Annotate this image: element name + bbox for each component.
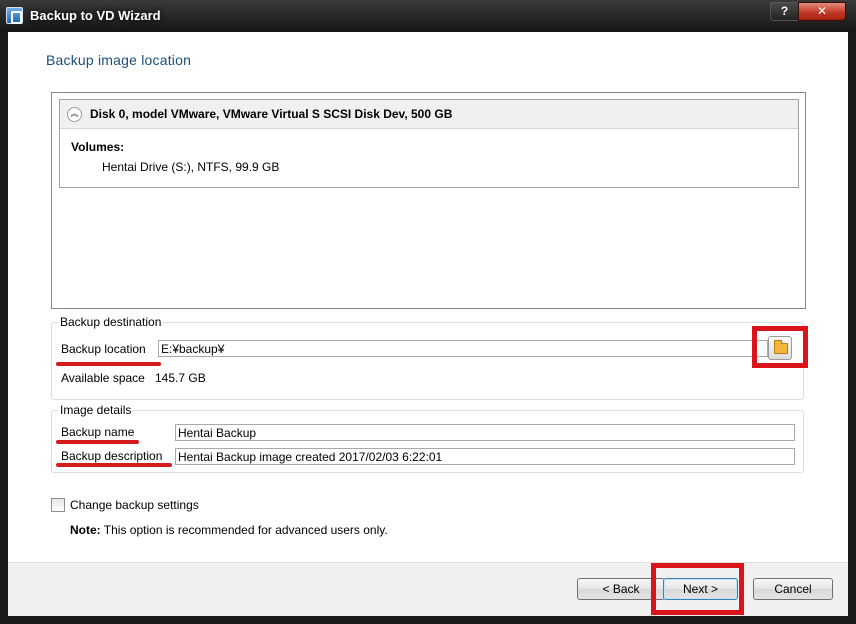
advanced-note: Note: This option is recommended for adv…: [70, 523, 388, 537]
wizard-client-area: Backup image location ︽ Disk 0, model VM…: [8, 32, 848, 616]
image-details-label: Image details: [58, 403, 134, 417]
annotation-box-next: [651, 563, 744, 615]
annotation-box-browse: [752, 326, 808, 368]
backup-description-input[interactable]: [175, 448, 795, 465]
cancel-button[interactable]: Cancel: [753, 578, 833, 600]
available-space-label: Available space: [61, 371, 145, 385]
change-settings-checkbox[interactable]: [51, 498, 65, 512]
disk-list-panel: ︽ Disk 0, model VMware, VMware Virtual S…: [51, 92, 806, 309]
wizard-window: Backup to VD Wizard ? ✕ Backup image loc…: [0, 0, 856, 624]
page-title: Backup image location: [46, 52, 192, 68]
window-title: Backup to VD Wizard: [30, 8, 161, 23]
change-settings-label[interactable]: Change backup settings: [70, 498, 199, 512]
close-button[interactable]: ✕: [798, 2, 846, 21]
disk-title: Disk 0, model VMware, VMware Virtual S S…: [90, 107, 453, 121]
backup-name-input[interactable]: [175, 424, 795, 441]
annotation-underline-name: [56, 440, 139, 444]
help-button[interactable]: ?: [770, 2, 798, 21]
annotation-underline-description: [56, 463, 172, 467]
backup-location-input[interactable]: [158, 340, 768, 357]
collapse-icon[interactable]: ︽: [67, 107, 82, 122]
volume-item: Hentai Drive (S:), NTFS, 99.9 GB: [102, 160, 280, 174]
disk-header[interactable]: ︽ Disk 0, model VMware, VMware Virtual S…: [60, 100, 798, 129]
disk-item: ︽ Disk 0, model VMware, VMware Virtual S…: [59, 99, 799, 188]
volumes-label: Volumes:: [71, 140, 125, 154]
available-space-value: 145.7 GB: [155, 371, 206, 385]
annotation-underline-location: [56, 362, 161, 366]
backup-destination-group: Backup destination Backup location Avail…: [51, 315, 804, 400]
app-icon: [6, 7, 23, 24]
backup-location-label: Backup location: [61, 342, 146, 356]
backup-destination-label: Backup destination: [58, 315, 164, 329]
title-bar[interactable]: Backup to VD Wizard ? ✕: [0, 0, 856, 32]
note-label: Note:: [70, 523, 101, 537]
backup-name-label: Backup name: [61, 425, 135, 439]
note-text: This option is recommended for advanced …: [100, 523, 388, 537]
backup-description-label: Backup description: [61, 449, 163, 463]
